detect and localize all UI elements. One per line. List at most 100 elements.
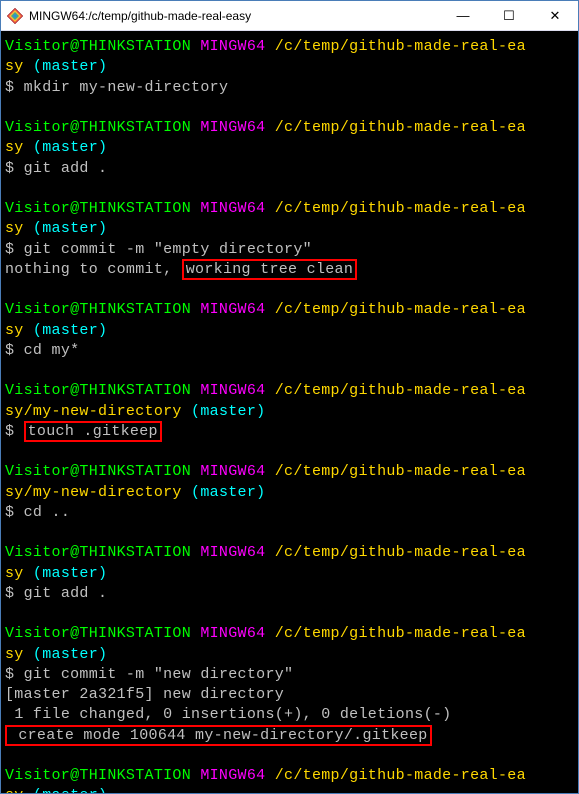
terminal-window: MINGW64:/c/temp/github-made-real-easy — … [0, 0, 579, 794]
user-host: Visitor@THINKSTATION [5, 625, 191, 642]
cwd-tail: sy [5, 484, 24, 501]
cwd-tail: sy [5, 565, 24, 582]
cwd-tail: sy [5, 403, 24, 420]
user-host: Visitor@THINKSTATION [5, 463, 191, 480]
prompt-line: Visitor@THINKSTATION MINGW64 /c/temp/git… [5, 543, 574, 563]
command: git commit -m "new directory" [24, 666, 294, 683]
prompt-line: sy (master) [5, 219, 574, 239]
prompt-line: sy (master) [5, 57, 574, 77]
cwd-sub: /my-new-directory [24, 484, 182, 501]
prompt-dollar: $ [5, 504, 24, 521]
branch: (master) [24, 322, 108, 339]
cwd-tail: sy [5, 220, 24, 237]
cwd: /c/temp/github-made-real-ea [275, 200, 526, 217]
prompt-line: Visitor@THINKSTATION MINGW64 /c/temp/git… [5, 118, 574, 138]
cwd-tail: sy [5, 787, 24, 793]
highlighted-output: create mode 100644 my-new-directory/.git… [5, 725, 432, 746]
user-host: Visitor@THINKSTATION [5, 544, 191, 561]
app-icon [7, 8, 23, 24]
command: cd .. [24, 504, 71, 521]
prompt-line: sy (master) [5, 645, 574, 665]
close-button[interactable]: ✕ [532, 1, 578, 31]
branch: (master) [24, 58, 108, 75]
command-line: $ cd my* [5, 341, 574, 361]
prompt-dollar: $ [5, 423, 24, 440]
highlighted-output: working tree clean [182, 259, 357, 280]
cwd: /c/temp/github-made-real-ea [275, 767, 526, 784]
branch: (master) [24, 646, 108, 663]
command-line: $ touch .gitkeep [5, 422, 574, 442]
prompt-dollar: $ [5, 79, 24, 96]
close-icon: ✕ [550, 8, 561, 24]
cwd-tail: sy [5, 58, 24, 75]
output-line: create mode 100644 my-new-directory/.git… [5, 726, 574, 746]
branch: (master) [182, 484, 266, 501]
prompt-line: sy/my-new-directory (master) [5, 483, 574, 503]
command: git add . [24, 585, 108, 602]
user-host: Visitor@THINKSTATION [5, 38, 191, 55]
titlebar[interactable]: MINGW64:/c/temp/github-made-real-easy — … [1, 1, 578, 31]
shell-label: MINGW64 [191, 544, 275, 561]
command-line: $ cd .. [5, 503, 574, 523]
prompt-line: sy (master) [5, 786, 574, 793]
prompt-line: Visitor@THINKSTATION MINGW64 /c/temp/git… [5, 462, 574, 482]
shell-label: MINGW64 [191, 301, 275, 318]
cwd-tail: sy [5, 322, 24, 339]
cwd-tail: sy [5, 139, 24, 156]
prompt-line: Visitor@THINKSTATION MINGW64 /c/temp/git… [5, 199, 574, 219]
command: cd my* [24, 342, 80, 359]
cwd: /c/temp/github-made-real-ea [275, 463, 526, 480]
terminal-output[interactable]: Visitor@THINKSTATION MINGW64 /c/temp/git… [1, 31, 578, 793]
prompt-line: Visitor@THINKSTATION MINGW64 /c/temp/git… [5, 766, 574, 786]
minimize-button[interactable]: — [440, 1, 486, 31]
prompt-dollar: $ [5, 666, 24, 683]
shell-label: MINGW64 [191, 463, 275, 480]
cwd-sub: /my-new-directory [24, 403, 182, 420]
command-line: $ mkdir my-new-directory [5, 78, 574, 98]
prompt-dollar: $ [5, 342, 24, 359]
command: git add . [24, 160, 108, 177]
prompt-line: Visitor@THINKSTATION MINGW64 /c/temp/git… [5, 624, 574, 644]
prompt-line: Visitor@THINKSTATION MINGW64 /c/temp/git… [5, 381, 574, 401]
prompt-line: sy (master) [5, 321, 574, 341]
maximize-button[interactable]: ☐ [486, 1, 532, 31]
user-host: Visitor@THINKSTATION [5, 301, 191, 318]
command-line: $ git commit -m "new directory" [5, 665, 574, 685]
minimize-icon: — [457, 8, 470, 23]
shell-label: MINGW64 [191, 38, 275, 55]
prompt-line: sy (master) [5, 564, 574, 584]
shell-label: MINGW64 [191, 767, 275, 784]
user-host: Visitor@THINKSTATION [5, 200, 191, 217]
prompt-line: Visitor@THINKSTATION MINGW64 /c/temp/git… [5, 37, 574, 57]
output-line: 1 file changed, 0 insertions(+), 0 delet… [5, 705, 574, 725]
output-line: nothing to commit, working tree clean [5, 260, 574, 280]
branch: (master) [24, 787, 108, 793]
prompt-line: sy (master) [5, 138, 574, 158]
shell-label: MINGW64 [191, 382, 275, 399]
command: mkdir my-new-directory [24, 79, 229, 96]
cwd: /c/temp/github-made-real-ea [275, 625, 526, 642]
command-line: $ git add . [5, 584, 574, 604]
output-text: nothing to commit, [5, 261, 182, 278]
prompt-line: Visitor@THINKSTATION MINGW64 /c/temp/git… [5, 300, 574, 320]
branch: (master) [182, 403, 266, 420]
user-host: Visitor@THINKSTATION [5, 767, 191, 784]
output-line: [master 2a321f5] new directory [5, 685, 574, 705]
cwd: /c/temp/github-made-real-ea [275, 119, 526, 136]
prompt-dollar: $ [5, 241, 24, 258]
command-line: $ git commit -m "empty directory" [5, 240, 574, 260]
window-title: MINGW64:/c/temp/github-made-real-easy [29, 9, 440, 23]
maximize-icon: ☐ [503, 8, 515, 24]
cwd: /c/temp/github-made-real-ea [275, 38, 526, 55]
branch: (master) [24, 565, 108, 582]
prompt-dollar: $ [5, 585, 24, 602]
user-host: Visitor@THINKSTATION [5, 119, 191, 136]
cwd: /c/temp/github-made-real-ea [275, 382, 526, 399]
cwd: /c/temp/github-made-real-ea [275, 301, 526, 318]
command: git commit -m "empty directory" [24, 241, 312, 258]
command-line: $ git add . [5, 159, 574, 179]
branch: (master) [24, 139, 108, 156]
shell-label: MINGW64 [191, 625, 275, 642]
cwd: /c/temp/github-made-real-ea [275, 544, 526, 561]
prompt-dollar: $ [5, 160, 24, 177]
